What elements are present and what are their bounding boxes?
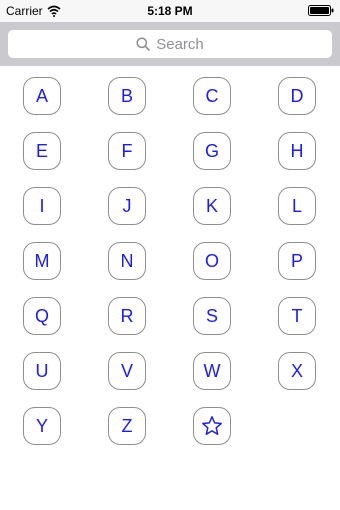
status-bar: Carrier 5:18 PM (0, 0, 340, 22)
index-key-v[interactable]: V (108, 352, 146, 390)
search-icon (136, 37, 151, 51)
index-key-x[interactable]: X (278, 352, 316, 390)
index-key-b[interactable]: B (108, 77, 146, 115)
index-key-c[interactable]: C (193, 77, 231, 115)
index-key-l[interactable]: L (278, 187, 316, 225)
search-input[interactable]: Search (8, 30, 332, 58)
index-key-y[interactable]: Y (23, 407, 61, 445)
index-key-s[interactable]: S (193, 297, 231, 335)
index-key-i[interactable]: I (23, 187, 61, 225)
index-key-w[interactable]: W (193, 352, 231, 390)
index-key-e[interactable]: E (23, 132, 61, 170)
index-key-n[interactable]: N (108, 242, 146, 280)
index-key-g[interactable]: G (193, 132, 231, 170)
index-key-j[interactable]: J (108, 187, 146, 225)
favorites-key[interactable] (193, 407, 231, 445)
index-key-q[interactable]: Q (23, 297, 61, 335)
index-key-u[interactable]: U (23, 352, 61, 390)
index-key-t[interactable]: T (278, 297, 316, 335)
index-key-a[interactable]: A (23, 77, 61, 115)
index-key-d[interactable]: D (278, 77, 316, 115)
index-key-h[interactable]: H (278, 132, 316, 170)
index-key-p[interactable]: P (278, 242, 316, 280)
star-icon (202, 416, 222, 435)
index-key-r[interactable]: R (108, 297, 146, 335)
screen: Carrier 5:18 PM Search A B C D E F G H I… (0, 0, 340, 510)
search-bar: Search (0, 22, 340, 66)
index-key-o[interactable]: O (193, 242, 231, 280)
index-key-z[interactable]: Z (108, 407, 146, 445)
search-placeholder: Search (156, 35, 204, 53)
battery-icon (308, 5, 334, 16)
index-key-m[interactable]: M (23, 242, 61, 280)
index-key-k[interactable]: K (193, 187, 231, 225)
status-time: 5:18 PM (147, 4, 193, 18)
index-key-f[interactable]: F (108, 132, 146, 170)
